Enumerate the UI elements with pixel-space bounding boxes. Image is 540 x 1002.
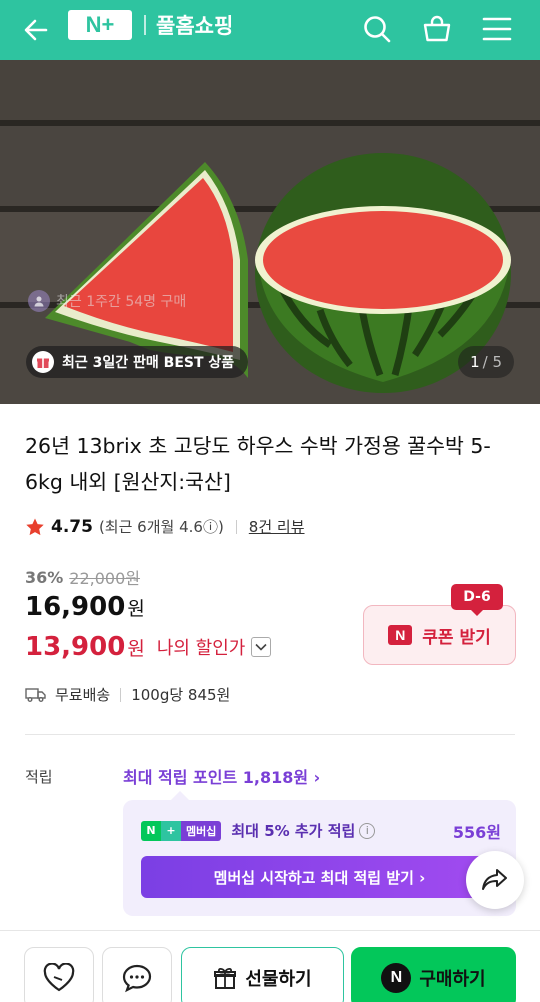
menu-button[interactable] [478,10,516,48]
logo-divider [144,15,146,35]
buyer-icon [28,290,50,312]
original-price: 22,000원 [69,569,141,588]
membership-row: N + 멤버십 최대 5% 추가 적립 i 556원 [141,820,501,842]
heart-icon [43,963,75,992]
unit-price: 100g당 845원 [131,686,231,704]
cart-button[interactable] [418,10,456,48]
share-button[interactable] [466,851,524,909]
product-image-carousel[interactable]: 최근 1주간 54명 구매 최근 3일간 판매 BEST 상품 1 / 5 [0,60,540,404]
recent-rating[interactable]: (최근 6개월 4.6ⓘ) [99,516,224,537]
my-price-label: 나의 할인가 [156,638,246,659]
membership-points-box: N + 멤버십 최대 5% 추가 적립 i 556원 멤버십 시작하고 최대 적립 … [123,791,516,916]
my-price-amount: 13,900 [25,632,126,662]
share-icon [482,869,507,890]
chevron-down-icon [255,643,267,651]
buy-label: 구매하기 [419,969,486,990]
coupon-dday-badge: D-6 [451,584,503,616]
sale-price-amount: 16,900 [25,592,126,622]
coupon-label: 쿠폰 받기 [422,627,491,648]
search-button[interactable] [358,10,396,48]
rating-divider [235,519,237,534]
best-badge-text: 최근 3일간 판매 BEST 상품 [62,355,235,371]
search-icon [364,16,391,43]
points-label: 적립 [25,767,53,786]
naver-plus-logo: N+ [68,10,132,40]
my-discount-price: 13,900 원 나의 할인가 [25,632,272,662]
menu-icon [482,17,512,41]
points-row: 적립 최대 적립 포인트 1,818원 › [25,764,515,788]
talktalk-button[interactable] [102,947,172,1002]
gift-icon [214,967,237,989]
max-points-link[interactable]: 최대 적립 포인트 1,818원 › [123,764,320,788]
back-button[interactable] [18,12,54,48]
pager-current: 1 [470,353,480,371]
start-membership-button[interactable]: 멤버십 시작하고 최대 적립 받기 › [141,856,498,898]
sale-price: 16,900 원 [25,592,145,622]
recent-buyers-text: 최근 1주간 54명 구매 [56,294,187,310]
shipping-text: 무료배송 [55,686,111,704]
store-logo[interactable]: N+ 풀홈쇼핑 [68,10,233,40]
discount-percent: 36% [25,567,64,587]
gift-button[interactable]: 선물하기 [181,947,344,1002]
basket-icon [423,15,451,42]
info-icon[interactable]: i [359,822,376,839]
truck-icon [25,687,46,702]
gift-badge-icon [32,351,54,373]
gift-label: 선물하기 [245,969,312,990]
membership-text: 최대 5% 추가 적립 [231,822,356,840]
image-pager: 1 / 5 [458,346,514,378]
coupon-button[interactable]: N 쿠폰 받기 [363,605,516,665]
top-header: N+ 풀홈쇼핑 [0,0,540,60]
membership-tag: 멤버십 [181,820,222,841]
best-product-badge: 최근 3일간 판매 BEST 상품 [26,346,249,378]
like-button[interactable] [24,947,94,1002]
naver-plus-membership-logo: N + 멤버십 [141,820,222,841]
naver-pay-icon: N [381,963,412,993]
bottom-action-bar: 선물하기 N 구매하기 [0,930,540,1002]
rating-row: 4.75 (최근 6개월 4.6ⓘ) 8건 리뷰 [25,516,305,537]
my-price-expand-button[interactable] [251,637,272,657]
back-arrow-icon [24,19,48,41]
naver-coupon-mark: N [388,625,413,645]
review-count-link[interactable]: 8건 리뷰 [249,516,305,537]
star-icon [26,518,44,535]
discount-row: 36% 22,000원 [25,565,140,589]
buy-button[interactable]: N 구매하기 [351,947,516,1002]
product-title: 26년 13brix 초 고당도 하우스 수박 가정용 꿀수박 5-6kg 내외… [25,434,491,494]
my-price-unit: 원 [127,637,145,660]
shipping-divider [120,687,122,702]
pager-total: / 5 [482,353,502,371]
recent-buyers-notice: 최근 1주간 54명 구매 [28,290,186,312]
store-title: 풀홈쇼핑 [156,14,234,38]
section-divider [25,734,515,735]
membership-amount: 556원 [452,822,501,842]
chat-bubble-icon [122,964,152,993]
rating-score: 4.75 [51,516,93,537]
sale-price-unit: 원 [127,598,145,620]
shipping-row: 무료배송 100g당 845원 [25,684,230,705]
